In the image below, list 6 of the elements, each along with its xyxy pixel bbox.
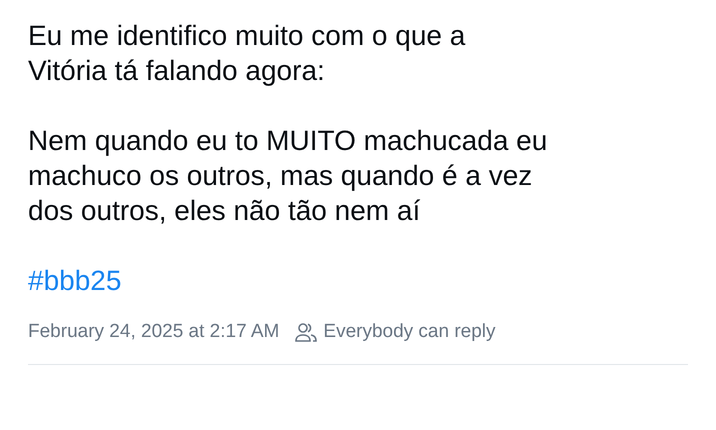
post-timestamp: February 24, 2025 at 2:17 AM xyxy=(28,320,280,344)
post-text: Eu me identifico muito com o que a Vitória tá falando agora: xyxy=(28,19,466,88)
people-icon xyxy=(295,322,318,342)
post-text: Nem quando eu to MUITO machucada eu machuco os outros, mas quando é a vez dos outros, eles não tão nem aí xyxy=(28,124,548,228)
hashtag-link[interactable]: #bbb25 xyxy=(28,263,122,298)
reply-setting[interactable]: Everybody can reply xyxy=(323,320,496,344)
